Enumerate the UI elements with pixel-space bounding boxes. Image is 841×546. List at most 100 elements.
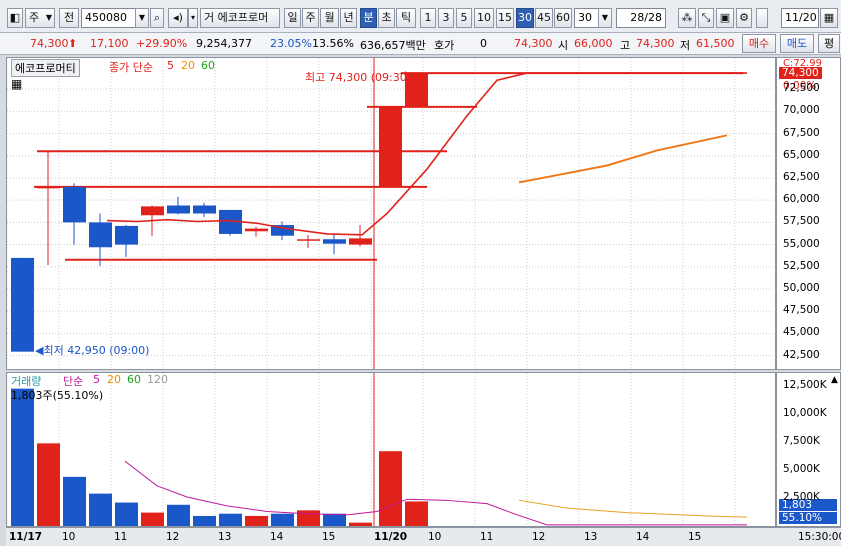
interval-1[interactable]: 1 — [420, 8, 436, 28]
period-minute[interactable]: 분 — [360, 8, 377, 28]
candle-body — [167, 205, 190, 214]
panel-toggle-icon[interactable]: ◧ — [7, 8, 23, 28]
volume-axis: ▲ 1,803 55.10% 12,500K 10,000K 7,500K 5,000… — [776, 372, 841, 527]
volume-tick-label: 12,500K — [783, 379, 827, 392]
volume-bar — [167, 504, 190, 526]
period-week[interactable]: 주 — [302, 8, 319, 28]
grid-icon[interactable]: ▦ — [11, 77, 22, 91]
price-axis: C:72.99 74,300 0.00% 72,500 70,000 67,500 6… — [776, 57, 841, 370]
time-tick-label: 10 — [428, 531, 442, 543]
speaker-icon[interactable]: ◂) — [168, 8, 188, 28]
search-icon[interactable]: ⌕ — [150, 8, 164, 28]
price-panel-title[interactable]: 에코프로머티 — [11, 59, 80, 77]
calendar-icon[interactable]: ▦ — [820, 8, 838, 28]
high-price: 74,300 — [636, 37, 675, 50]
volume-bar — [193, 515, 216, 526]
axis-menu-icon[interactable]: ▲ — [831, 375, 838, 385]
volume-panel[interactable]: 거래량 단순 5 20 60 120 1,803주(55.10%) — [6, 372, 776, 527]
vol-ma5-label: 5 — [93, 373, 100, 386]
candle-body — [323, 239, 346, 244]
period-tick[interactable]: 틱 — [396, 8, 416, 28]
current-price-tag: 74,300 — [779, 67, 822, 79]
candle-body — [115, 225, 138, 245]
candle-body — [89, 222, 112, 248]
count-field[interactable]: 28/28 — [616, 8, 666, 28]
chart-window: ◧ 주 ▼ 전 450080 ▼ ⌕ ◂) ▾ 거 에코프로머 일 주 월 년 분… — [0, 0, 841, 546]
buy-button[interactable]: 매수 — [742, 34, 776, 53]
volume-bar — [245, 515, 268, 526]
volume-chart — [7, 373, 748, 526]
sell-button[interactable]: 매도 — [780, 34, 814, 53]
period-year[interactable]: 년 — [340, 8, 357, 28]
volume-tick-label: 5,000K — [783, 463, 820, 476]
turnover-value: 23.05% — [270, 37, 312, 50]
jeon-button[interactable]: 전 — [59, 8, 79, 28]
low-label: 저 — [680, 39, 691, 52]
high-label: 고 — [620, 39, 631, 52]
volume-pct-tag: 55.10% — [779, 512, 837, 524]
price-tick-label: 52,500 — [783, 259, 820, 272]
eval-button[interactable]: 평 — [818, 34, 840, 53]
gear-icon[interactable]: ⚙ — [736, 8, 752, 28]
price-tick-label: 70,000 — [783, 104, 820, 117]
open-label: 시 — [558, 39, 569, 52]
low-annotation-text: 최저 42,950 (09:00) — [43, 344, 150, 357]
stock-name-display: 거 에코프로머 — [200, 8, 280, 28]
ask-price: 74,300 — [514, 37, 553, 50]
type-select[interactable]: 주 ▼ — [25, 8, 55, 28]
candle-body — [37, 186, 60, 189]
time-tick-label: 11 — [480, 531, 494, 543]
time-tick-label: 11/17 — [9, 531, 43, 543]
candle-body — [245, 228, 268, 232]
interval-45[interactable]: 45 — [535, 8, 553, 28]
candle-body — [141, 206, 164, 216]
price-ma-label: 종가 단순 — [109, 61, 153, 74]
vol-ma120-label: 120 — [147, 373, 168, 386]
period-day[interactable]: 일 — [284, 8, 301, 28]
grid-settings-icon[interactable]: ⁂ — [678, 8, 696, 28]
hoga-label: 호가 — [434, 39, 455, 52]
ma20-label: 20 — [181, 59, 195, 72]
vol-ma60-label: 60 — [127, 373, 141, 386]
chevron-down-icon[interactable]: ▾ — [188, 8, 198, 28]
volume-bar — [271, 513, 294, 526]
interval-10[interactable]: 10 — [474, 8, 494, 28]
price-chart: → — [7, 58, 775, 369]
price-panel[interactable]: → 에코프로머티 종가 단순 5 20 60 ▦ 최고 74,300 (09:3… — [6, 57, 776, 370]
interval-60[interactable]: 60 — [554, 8, 572, 28]
amount-value: 636,657백만 — [360, 39, 426, 52]
price-tick-label: 47,500 — [783, 304, 820, 317]
volume-bar — [141, 512, 164, 526]
time-label: 15:30:00 — [798, 531, 841, 543]
price-tick-label: 60,000 — [783, 193, 820, 206]
volume-note: 1,803주(55.10%) — [11, 389, 104, 402]
period-month[interactable]: 월 — [320, 8, 339, 28]
chevron-down-icon: ▼ — [45, 13, 52, 22]
time-axis: 15:30:00 11/17 10 11 12 13 14 15 11/20 10 11 12 13 1… — [6, 527, 841, 546]
change-percent: +29.90% — [136, 37, 188, 50]
volume-tick-label: 10,000K — [783, 407, 827, 420]
low-annotation: ◀최저 42,950 (09:00) — [35, 342, 149, 358]
checkbox[interactable] — [756, 8, 768, 28]
save-icon[interactable]: ▣ — [716, 8, 734, 28]
chevron-down-icon[interactable]: ▼ — [598, 8, 612, 28]
volume-value: 9,254,377 — [196, 37, 252, 50]
interval-15[interactable]: 15 — [496, 8, 514, 28]
interval-30[interactable]: 30 — [516, 8, 534, 28]
volume-ma20-line — [518, 499, 748, 518]
time-tick-label: 14 — [636, 531, 650, 543]
volume-bar — [115, 502, 138, 526]
interval-5[interactable]: 5 — [456, 8, 472, 28]
price-tick-label: 62,500 — [783, 170, 820, 183]
interval-3[interactable]: 3 — [438, 8, 454, 28]
chevron-down-icon[interactable]: ▼ — [135, 8, 149, 28]
volume-bar — [219, 513, 242, 526]
toolbar: ◧ 주 ▼ 전 450080 ▼ ⌕ ◂) ▾ 거 에코프로머 일 주 월 년 분… — [0, 0, 841, 33]
price-tick-label: 65,000 — [783, 148, 820, 161]
period-second[interactable]: 초 — [378, 8, 395, 28]
price-tick-label: 57,500 — [783, 215, 820, 228]
count-total: /28 — [644, 11, 662, 24]
date-input[interactable]: 11/20 — [781, 8, 819, 28]
low-price: 61,500 — [696, 37, 735, 50]
trend-line-icon[interactable]: ⤡ — [698, 8, 714, 28]
